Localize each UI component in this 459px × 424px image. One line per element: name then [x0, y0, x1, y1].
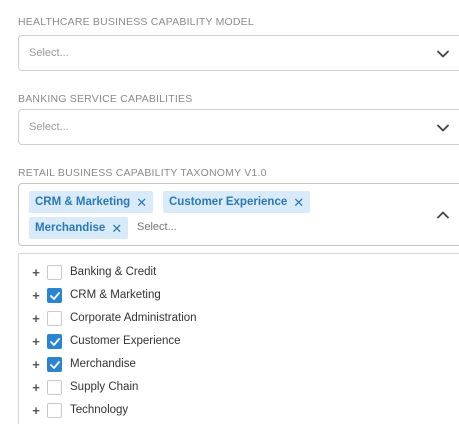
tree-item-technology[interactable]: + Technology [19, 399, 459, 421]
checkmark-icon [50, 291, 60, 300]
banking-field-label: BANKING SERVICE CAPABILITIES [18, 93, 193, 105]
retail-select[interactable]: CRM & Marketing ✕ Customer Experience ✕ … [18, 183, 459, 246]
plus-icon[interactable]: + [31, 381, 41, 394]
capability-tree-dropdown: + Banking & Credit + CRM & Marketing + C… [18, 253, 459, 424]
checkbox[interactable] [47, 402, 62, 418]
chevron-down-icon[interactable] [437, 124, 449, 132]
healthcare-field-label: HEALTHCARE BUSINESS CAPABILITY MODEL [18, 16, 254, 28]
close-icon[interactable]: ✕ [293, 196, 304, 209]
tree-item-label: Corporate Administration [70, 312, 197, 324]
tree-item-crm-marketing[interactable]: + CRM & Marketing [19, 284, 459, 306]
select-placeholder: Select... [29, 121, 69, 133]
chevron-up-icon[interactable] [437, 211, 449, 219]
tree-item-label: Banking & Credit [70, 266, 157, 278]
checkbox[interactable] [47, 310, 62, 326]
tree-item-corporate-administration[interactable]: + Corporate Administration [19, 307, 459, 329]
banking-select[interactable]: Select... [18, 109, 459, 145]
chip-label: Customer Experience [169, 196, 288, 208]
checkbox[interactable] [47, 264, 62, 280]
selected-chip: Customer Experience ✕ [163, 191, 311, 213]
tree-item-customer-experience[interactable]: + Customer Experience [19, 330, 459, 352]
tree-item-banking-credit[interactable]: + Banking & Credit [19, 261, 459, 283]
selected-chip: Merchandise ✕ [29, 217, 129, 239]
capability-filter-panel: HEALTHCARE BUSINESS CAPABILITY MODEL Sel… [0, 0, 459, 424]
checkbox[interactable] [47, 379, 62, 395]
healthcare-select[interactable]: Select... [18, 35, 459, 71]
plus-icon[interactable]: + [31, 266, 41, 279]
retail-search-input[interactable] [137, 221, 237, 233]
retail-field-label: RETAIL BUSINESS CAPABILITY TAXONOMY V1.0 [18, 167, 267, 179]
tree-item-label: Customer Experience [70, 335, 181, 347]
checkbox-checked[interactable] [47, 333, 62, 349]
close-icon[interactable]: ✕ [111, 222, 122, 235]
tree-item-label: Merchandise [70, 358, 136, 370]
plus-icon[interactable]: + [31, 312, 41, 325]
tree-item-label: Technology [70, 404, 129, 416]
checkmark-icon [50, 337, 60, 346]
chip-label: Merchandise [35, 222, 106, 234]
tree-item-merchandise[interactable]: + Merchandise [19, 353, 459, 375]
select-placeholder: Select... [29, 47, 69, 59]
checkbox-checked[interactable] [47, 356, 62, 372]
chip-label: CRM & Marketing [35, 196, 131, 208]
plus-icon[interactable]: + [31, 335, 41, 348]
tree-item-supply-chain[interactable]: + Supply Chain [19, 376, 459, 398]
checkmark-icon [50, 360, 60, 369]
close-icon[interactable]: ✕ [136, 196, 147, 209]
chevron-down-icon[interactable] [437, 50, 449, 58]
plus-icon[interactable]: + [31, 404, 41, 417]
plus-icon[interactable]: + [31, 289, 41, 302]
plus-icon[interactable]: + [31, 358, 41, 371]
tree-item-label: Supply Chain [70, 381, 139, 393]
tree-item-label: CRM & Marketing [70, 289, 161, 301]
checkbox-checked[interactable] [47, 287, 62, 303]
selected-chip: CRM & Marketing ✕ [29, 191, 154, 213]
